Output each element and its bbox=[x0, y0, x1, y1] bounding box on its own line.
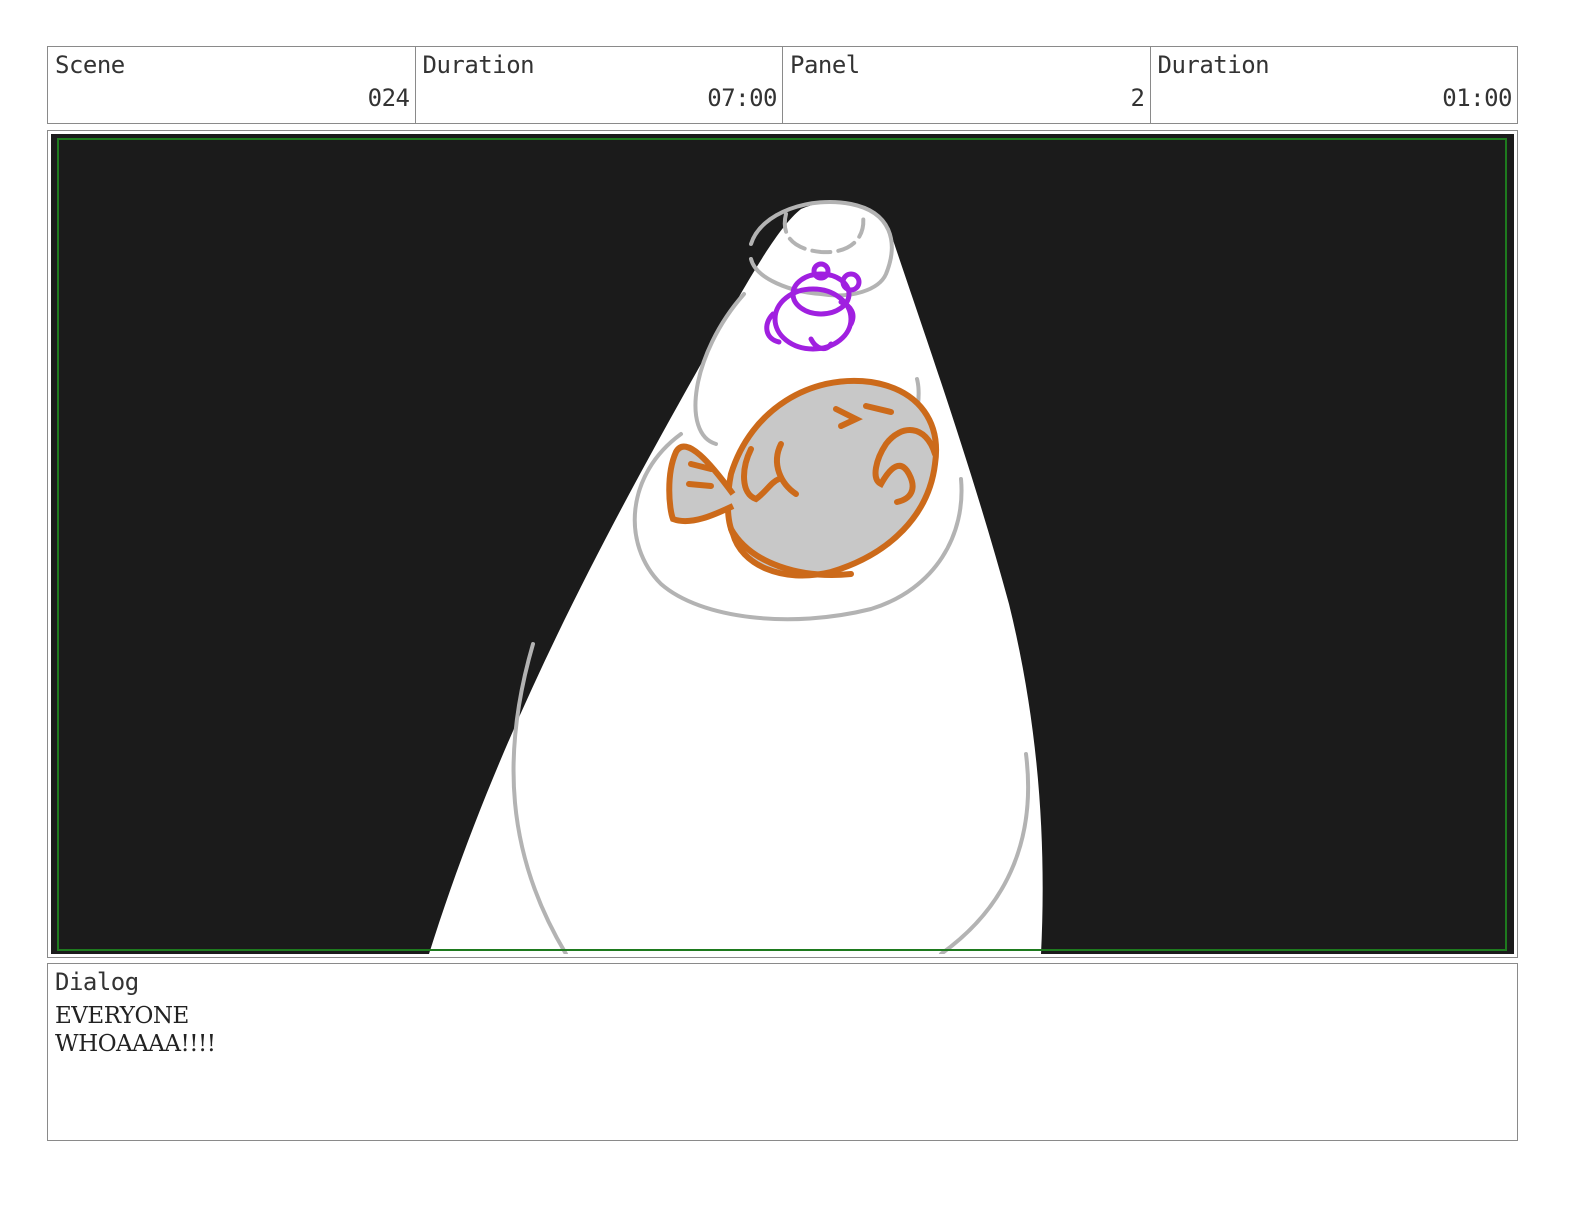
storyboard-frame bbox=[47, 130, 1518, 958]
panel-duration-cell: Duration 01:00 bbox=[1151, 47, 1518, 123]
panel-number: 2 bbox=[1130, 84, 1145, 112]
scene-label: Scene bbox=[55, 51, 125, 79]
panel-info-header: Scene 024 Duration 07:00 Panel 2 Duratio… bbox=[47, 46, 1518, 124]
dialog-line-text: WHOAAAA!!!! bbox=[55, 1031, 216, 1057]
dialog-line-speaker: EVERYONE bbox=[55, 1003, 189, 1029]
scene-duration-label: Duration bbox=[422, 51, 535, 79]
scene-cell: Scene 024 bbox=[48, 47, 416, 123]
dialog-box: Dialog EVERYONE WHOAAAA!!!! bbox=[47, 963, 1518, 1141]
panel-duration-value: 01:00 bbox=[1442, 84, 1512, 112]
scene-duration-value: 07:00 bbox=[707, 84, 777, 112]
scene-duration-cell: Duration 07:00 bbox=[416, 47, 783, 123]
dialog-label: Dialog bbox=[55, 968, 139, 996]
panel-cell: Panel 2 bbox=[783, 47, 1151, 123]
storyboard-drawing bbox=[51, 134, 1514, 954]
scene-number: 024 bbox=[367, 84, 410, 112]
panel-duration-label: Duration bbox=[1157, 51, 1270, 79]
panel-label: Panel bbox=[790, 51, 860, 79]
